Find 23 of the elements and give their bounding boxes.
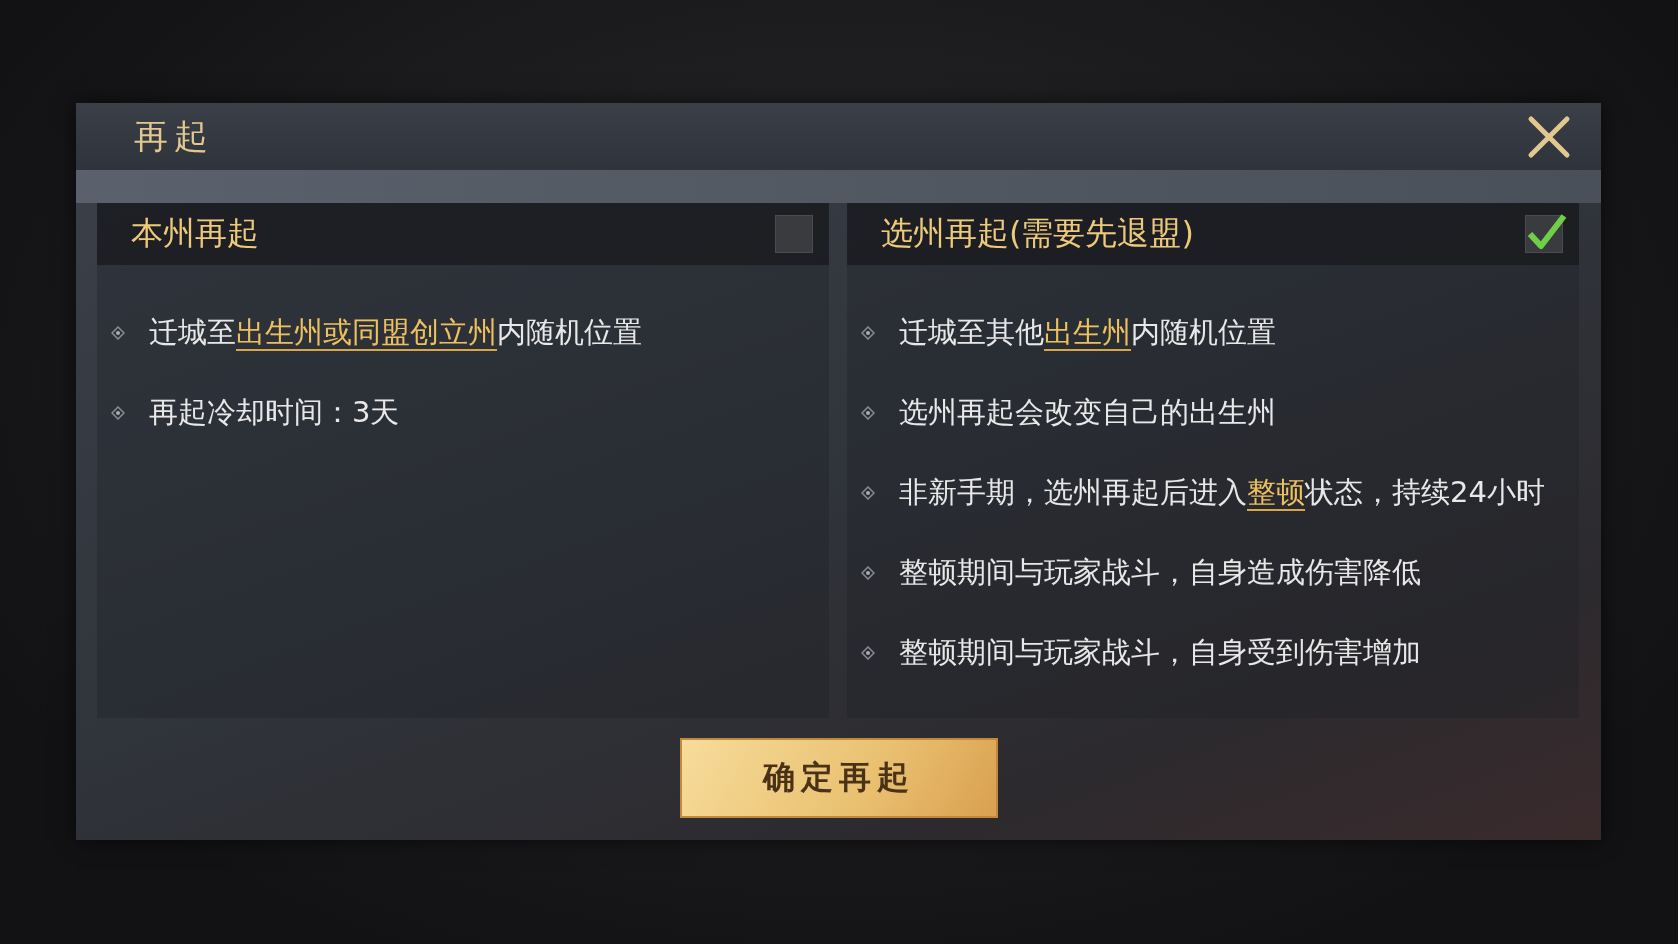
checkbox[interactable] — [775, 215, 813, 253]
option-panel[interactable]: 本州再起 迁城至出生州或同盟创立州内随机位置 再起冷却时间：3天 — [97, 203, 829, 718]
rule-text: 整顿期间与玩家战斗，自身受到伤害增加 — [899, 634, 1421, 671]
diamond-bullet-icon — [111, 406, 125, 420]
diamond-bullet-icon — [111, 326, 125, 340]
diamond-bullet-icon — [861, 326, 875, 340]
rule-text: 整顿期间与玩家战斗，自身造成伤害降低 — [899, 554, 1421, 591]
diamond-bullet-icon — [861, 646, 875, 660]
rule-text: 迁城至出生州或同盟创立州内随机位置 — [149, 314, 642, 353]
close-icon — [1527, 114, 1571, 159]
dialog-title: 再起 — [134, 114, 214, 158]
confirm-button[interactable]: 确定再起 — [679, 738, 998, 818]
option-panel[interactable]: 选州再起(需要先退盟) 迁城至其他出生州内随机位置 选州再起会改变自己的出生州 非新手期，选州再起后进入整顿状态，持续24小时 整顿期间与玩家战斗，自身造成伤害降低 整顿期间与玩家战斗，自身受到伤害增加 — [847, 203, 1579, 718]
option-title: 本州再起 — [131, 213, 259, 254]
rule-text: 非新手期，选州再起后进入整顿状态，持续24小时 — [899, 474, 1545, 513]
rule-text: 迁城至其他出生州内随机位置 — [899, 314, 1276, 353]
diamond-bullet-icon — [861, 486, 875, 500]
close-button[interactable] — [1527, 114, 1571, 159]
rule-text: 再起冷却时间：3天 — [149, 394, 400, 431]
rule-text: 选州再起会改变自己的出生州 — [899, 394, 1276, 431]
option-title: 选州再起(需要先退盟) — [881, 213, 1194, 254]
diamond-bullet-icon — [861, 566, 875, 580]
diamond-bullet-icon — [861, 406, 875, 420]
